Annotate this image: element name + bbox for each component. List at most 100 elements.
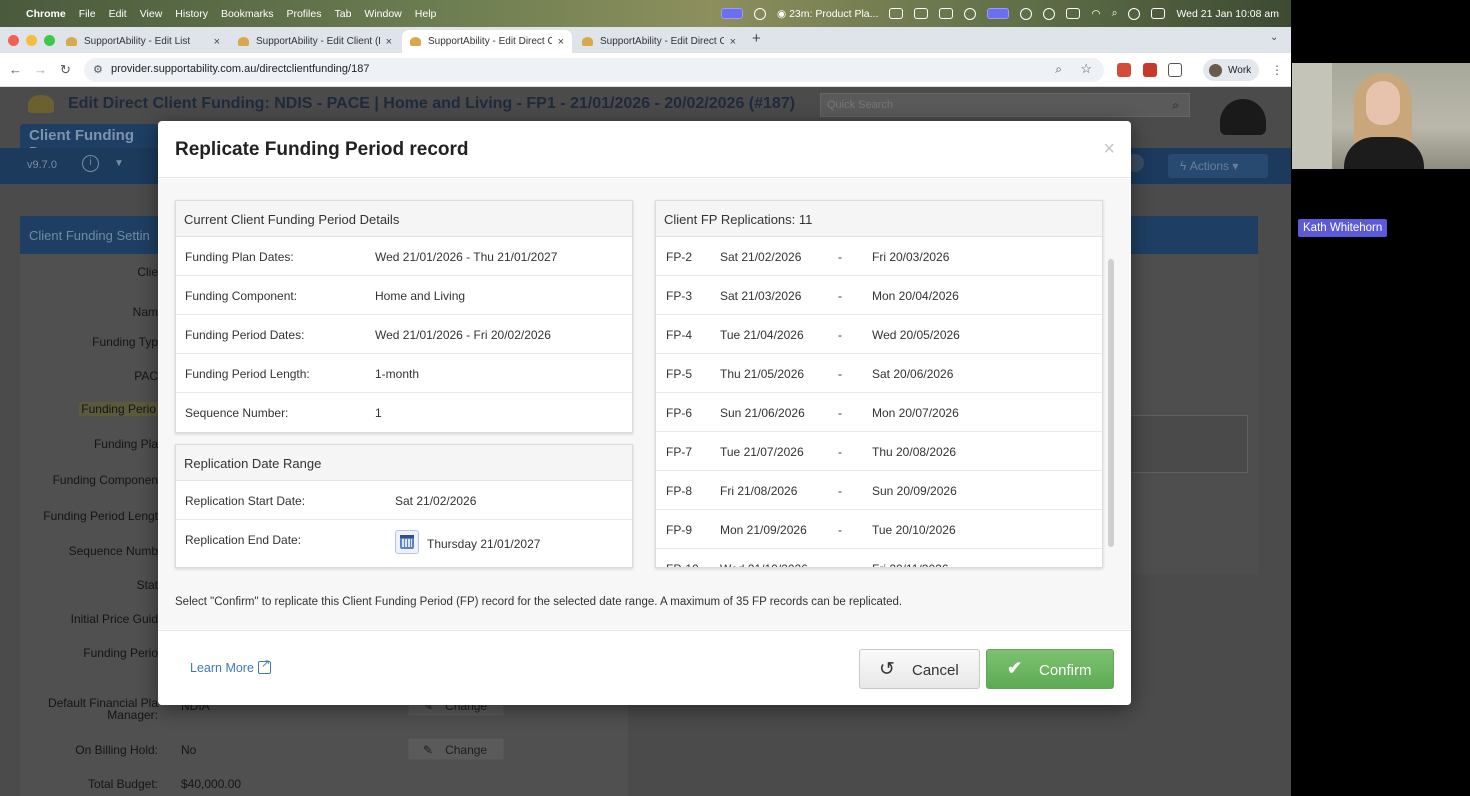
page-subtitle: Client Funding De [20,124,160,161]
replication-row: FP-6 Sun 21/06/2026 - Mon 20/07/2026 [656,393,1102,432]
replications-heading: Client FP Replications: 11 [656,201,1102,237]
sync-icon[interactable] [1020,7,1033,20]
version-label: v9.7.0 [27,159,57,171]
menu-tab[interactable]: Tab [334,8,351,20]
modal-footer: Learn More ↺ Cancel ✔ Confirm [158,630,1131,705]
replication-fp: FP-6 [666,406,693,420]
window-icon[interactable] [939,8,954,19]
replication-fp: FP-7 [666,445,693,459]
menu-edit[interactable]: Edit [109,8,127,20]
replication-row: FP-4 Tue 21/04/2026 - Wed 20/05/2026 [656,315,1102,354]
supportability-logo [28,95,54,113]
browser-toolbar: ← → ↻ ⚙ provider.supportability.com.au/d… [0,53,1291,87]
zoom-icon[interactable]: ⌕ [1055,62,1062,77]
menu-help[interactable]: Help [415,8,437,20]
replication-start: Tue 21/04/2026 [720,328,804,342]
display-icon[interactable] [914,8,929,19]
spotlight-search-icon[interactable]: ⌕ [1112,7,1118,20]
tab-search-chevron-icon[interactable]: ⌄ [1270,32,1278,43]
replication-end: Mon 20/07/2026 [872,406,959,420]
browser-tab-4[interactable]: SupportAbility - Edit Direct C × [574,30,744,53]
back-icon[interactable]: ← [9,62,22,77]
close-window-button[interactable] [8,35,19,46]
close-tab-icon[interactable]: × [558,36,564,48]
current-period-row: Sequence Number: 1 [176,393,632,432]
replication-note: Select "Confirm" to replicate this Clien… [175,596,903,608]
site-info-icon[interactable]: ⚙ [93,63,103,76]
current-period-label: Funding Plan Dates: [185,250,294,264]
confirm-button[interactable]: ✔ Confirm [986,649,1114,689]
control-center-icon[interactable] [1151,8,1166,19]
replication-fp: FP-5 [666,367,693,381]
stage-manager-icon[interactable] [987,8,1010,19]
cancel-button[interactable]: ↺ Cancel [859,649,980,689]
battery-icon[interactable] [1066,8,1081,19]
new-tab-icon[interactable]: + [752,30,761,47]
url-text[interactable]: provider.supportability.com.au/directcli… [111,63,369,75]
current-period-heading: Current Client Funding Period Details [176,201,632,237]
close-tab-icon[interactable]: × [214,36,220,48]
current-period-label: Funding Period Length: [185,367,310,381]
learn-more-link[interactable]: Learn More [190,657,271,675]
replication-start: Sat 21/03/2026 [720,289,802,303]
menu-bookmarks[interactable]: Bookmarks [221,8,274,20]
browser-menu-icon[interactable]: ⋮ [1271,63,1283,77]
replications-list[interactable]: FP-2 Sat 21/02/2026 - Fri 20/03/2026 FP-3 Sat… [656,237,1102,567]
current-period-value: 1-month [375,367,420,381]
extensions-puzzle-icon[interactable] [1168,63,1182,77]
scrollbar-thumb[interactable] [1108,259,1114,547]
menu-file[interactable]: File [79,8,96,20]
settings-field-label: Funding Componen [52,473,158,487]
bookmark-star-icon[interactable]: ☆ [1080,61,1092,77]
eye-icon[interactable] [754,7,766,20]
menu-app-chrome[interactable]: Chrome [26,8,66,20]
participant-face [1366,81,1400,125]
close-tab-icon[interactable]: × [730,36,736,48]
extension-2-icon[interactable] [1143,63,1157,77]
replications-scrollbar[interactable] [1108,259,1114,547]
move-icon[interactable] [964,7,977,20]
replication-end: Sat 20/06/2026 [872,367,954,381]
browser-tab-1[interactable]: SupportAbility - Edit List × [58,30,228,53]
replication-end-value[interactable]: Thursday 21/01/2027 [427,537,540,551]
info-icon[interactable]: i [82,155,99,172]
dashboard-gauge-icon[interactable] [1220,99,1266,135]
search-icon[interactable]: ⌕ [1172,98,1179,113]
reload-icon[interactable]: ↻ [60,62,71,78]
time-machine-icon[interactable] [1043,7,1056,20]
menubar-clock[interactable]: Wed 21 Jan 10:08 am [1176,8,1279,20]
browser-tab-3-active[interactable]: SupportAbility - Edit Direct C × [402,30,572,53]
profile-button[interactable]: Work [1203,59,1259,81]
browser-tab-strip: SupportAbility - Edit List × SupportAbil… [0,27,1291,53]
change-button[interactable]: ✎ Change [408,738,504,760]
quick-search-input[interactable]: Quick Search ⌕ [820,93,1190,117]
browser-tab-2[interactable]: SupportAbility - Edit Client (F × [230,30,400,53]
close-tab-icon[interactable]: × [386,36,392,48]
notes-textarea[interactable] [1120,415,1248,473]
window-controls [8,35,55,46]
actions-button[interactable]: ϟ Actions ▾ [1168,154,1268,178]
wifi-icon[interactable]: ◠ [1091,8,1100,20]
meeting-status[interactable]: ◉ 23m: Product Pla... [777,8,878,20]
close-icon[interactable]: × [1103,138,1115,161]
slack-icon[interactable] [889,8,904,19]
extension-1-icon[interactable] [1117,63,1131,77]
minimize-window-button[interactable] [26,35,37,46]
siri-icon[interactable] [1128,7,1141,20]
settings-field-label: Funding Perio [79,402,158,416]
menu-history[interactable]: History [175,8,208,20]
replication-start: Sun 21/06/2026 [720,406,805,420]
participant-video[interactable] [1292,63,1470,169]
replication-fp: FP-2 [666,250,693,264]
maximize-window-button[interactable] [44,35,55,46]
caret-down-icon: ▾ [1232,159,1239,173]
menu-window[interactable]: Window [364,8,401,20]
calendar-picker-button[interactable] [395,530,419,554]
forward-icon[interactable]: → [34,62,47,77]
menu-view[interactable]: View [140,8,163,20]
caret-down-icon[interactable]: ▼ [114,158,124,169]
address-bar[interactable]: ⚙ provider.supportability.com.au/directc… [84,58,1104,82]
menu-profiles[interactable]: Profiles [286,8,321,20]
undo-icon: ↺ [879,659,895,680]
screen-share-icon[interactable] [721,8,743,19]
